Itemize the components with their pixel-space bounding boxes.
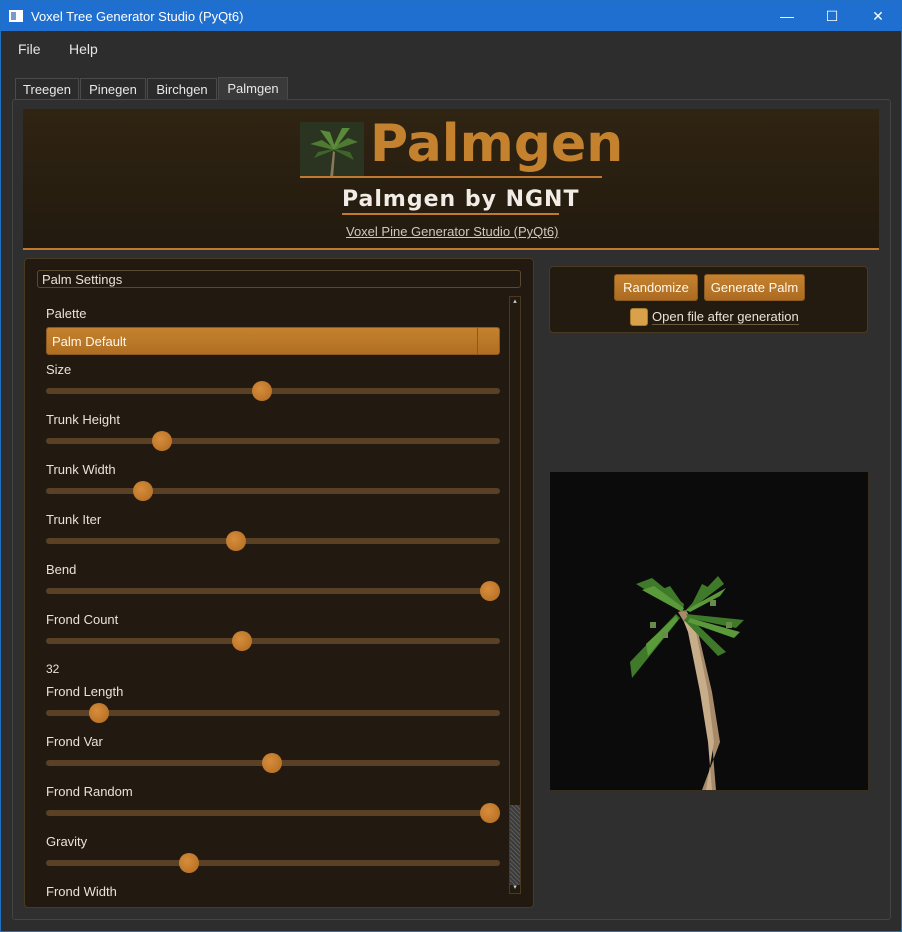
generate-palm-button[interactable]: Generate Palm bbox=[704, 274, 805, 301]
menu-file[interactable]: File bbox=[18, 41, 41, 57]
tab-treegen[interactable]: Treegen bbox=[15, 78, 79, 100]
slider-handle[interactable] bbox=[226, 531, 247, 551]
open-after-label[interactable]: Open file after generation bbox=[652, 309, 799, 325]
palette-combobox[interactable]: Palm Default bbox=[46, 327, 500, 355]
slider-label: Frond Random bbox=[46, 784, 133, 799]
slider-label: Bend bbox=[46, 562, 77, 577]
byline: Voxel Pine Generator Studio (PyQt6) bbox=[346, 224, 559, 239]
subtitle-underline bbox=[342, 213, 559, 215]
palette-value: Palm Default bbox=[52, 334, 127, 349]
logo-underline bbox=[300, 176, 602, 178]
slider-label: Trunk Height bbox=[46, 412, 120, 427]
chevron-down-icon[interactable] bbox=[477, 328, 499, 354]
slider-track[interactable] bbox=[46, 588, 500, 594]
slider-handle[interactable] bbox=[231, 631, 252, 651]
settings-group-title: Palm Settings bbox=[37, 270, 521, 288]
slider-track[interactable] bbox=[46, 488, 500, 494]
subtitle: Palmgen by NGNT bbox=[342, 187, 580, 212]
slider-track[interactable] bbox=[46, 388, 500, 394]
slider-label: Trunk Width bbox=[46, 462, 116, 477]
palette-label: Palette bbox=[46, 306, 87, 321]
app-icon bbox=[9, 10, 23, 22]
slider-track[interactable] bbox=[46, 860, 500, 866]
slider-handle[interactable] bbox=[132, 481, 153, 501]
slider-handle[interactable] bbox=[480, 581, 500, 601]
logo-title: Palmgen bbox=[370, 114, 624, 174]
randomize-button[interactable]: Randomize bbox=[614, 274, 698, 301]
slider-track[interactable] bbox=[46, 438, 500, 444]
slider-label: Frond Length bbox=[46, 684, 124, 699]
menu-bar: File Help bbox=[1, 31, 901, 65]
frond-count-value: 32 bbox=[46, 662, 60, 676]
slider-track[interactable] bbox=[46, 638, 500, 644]
scroll-down-icon[interactable]: ▾ bbox=[511, 884, 519, 892]
close-button[interactable]: ✕ bbox=[855, 1, 901, 31]
menu-help[interactable]: Help bbox=[69, 41, 98, 57]
tab-birchgen[interactable]: Birchgen bbox=[147, 78, 217, 100]
slider-handle[interactable] bbox=[152, 431, 173, 451]
app-window: Voxel Tree Generator Studio (PyQt6) — ☐ … bbox=[0, 0, 902, 932]
frond-width-label: Frond Width bbox=[46, 884, 117, 897]
slider-label: Size bbox=[46, 362, 72, 377]
minimize-button[interactable]: — bbox=[764, 1, 810, 31]
slider-label: Gravity bbox=[46, 834, 88, 849]
settings-scroll-area[interactable]: Palette Palm Default Size Trunk Height Tru… bbox=[31, 295, 509, 897]
slider-track[interactable] bbox=[46, 538, 500, 544]
settings-scrollbar[interactable]: ▴ ▾ bbox=[509, 296, 521, 894]
slider-handle[interactable] bbox=[89, 703, 110, 723]
tab-pinegen[interactable]: Pinegen bbox=[80, 78, 146, 100]
open-after-checkbox[interactable] bbox=[630, 308, 648, 326]
tab-palmgen[interactable]: Palmgen bbox=[218, 77, 288, 100]
title-bar: Voxel Tree Generator Studio (PyQt6) — ☐ … bbox=[1, 1, 901, 31]
palm-logo-image bbox=[300, 122, 364, 178]
scroll-up-icon[interactable]: ▴ bbox=[511, 298, 519, 306]
slider-handle[interactable] bbox=[480, 803, 500, 823]
window-title: Voxel Tree Generator Studio (PyQt6) bbox=[31, 9, 244, 24]
slider-label: Trunk Iter bbox=[46, 512, 102, 527]
slider-label: Frond Count bbox=[46, 612, 119, 627]
slider-track[interactable] bbox=[46, 710, 500, 716]
slider-handle[interactable] bbox=[252, 381, 273, 401]
slider-label: Frond Var bbox=[46, 734, 103, 749]
slider-track[interactable] bbox=[46, 810, 500, 816]
slider-handle[interactable] bbox=[178, 853, 199, 873]
slider-handle[interactable] bbox=[261, 753, 282, 773]
scrollbar-handle[interactable] bbox=[510, 805, 520, 885]
preview-canvas bbox=[549, 471, 869, 791]
maximize-button[interactable]: ☐ bbox=[809, 1, 855, 31]
